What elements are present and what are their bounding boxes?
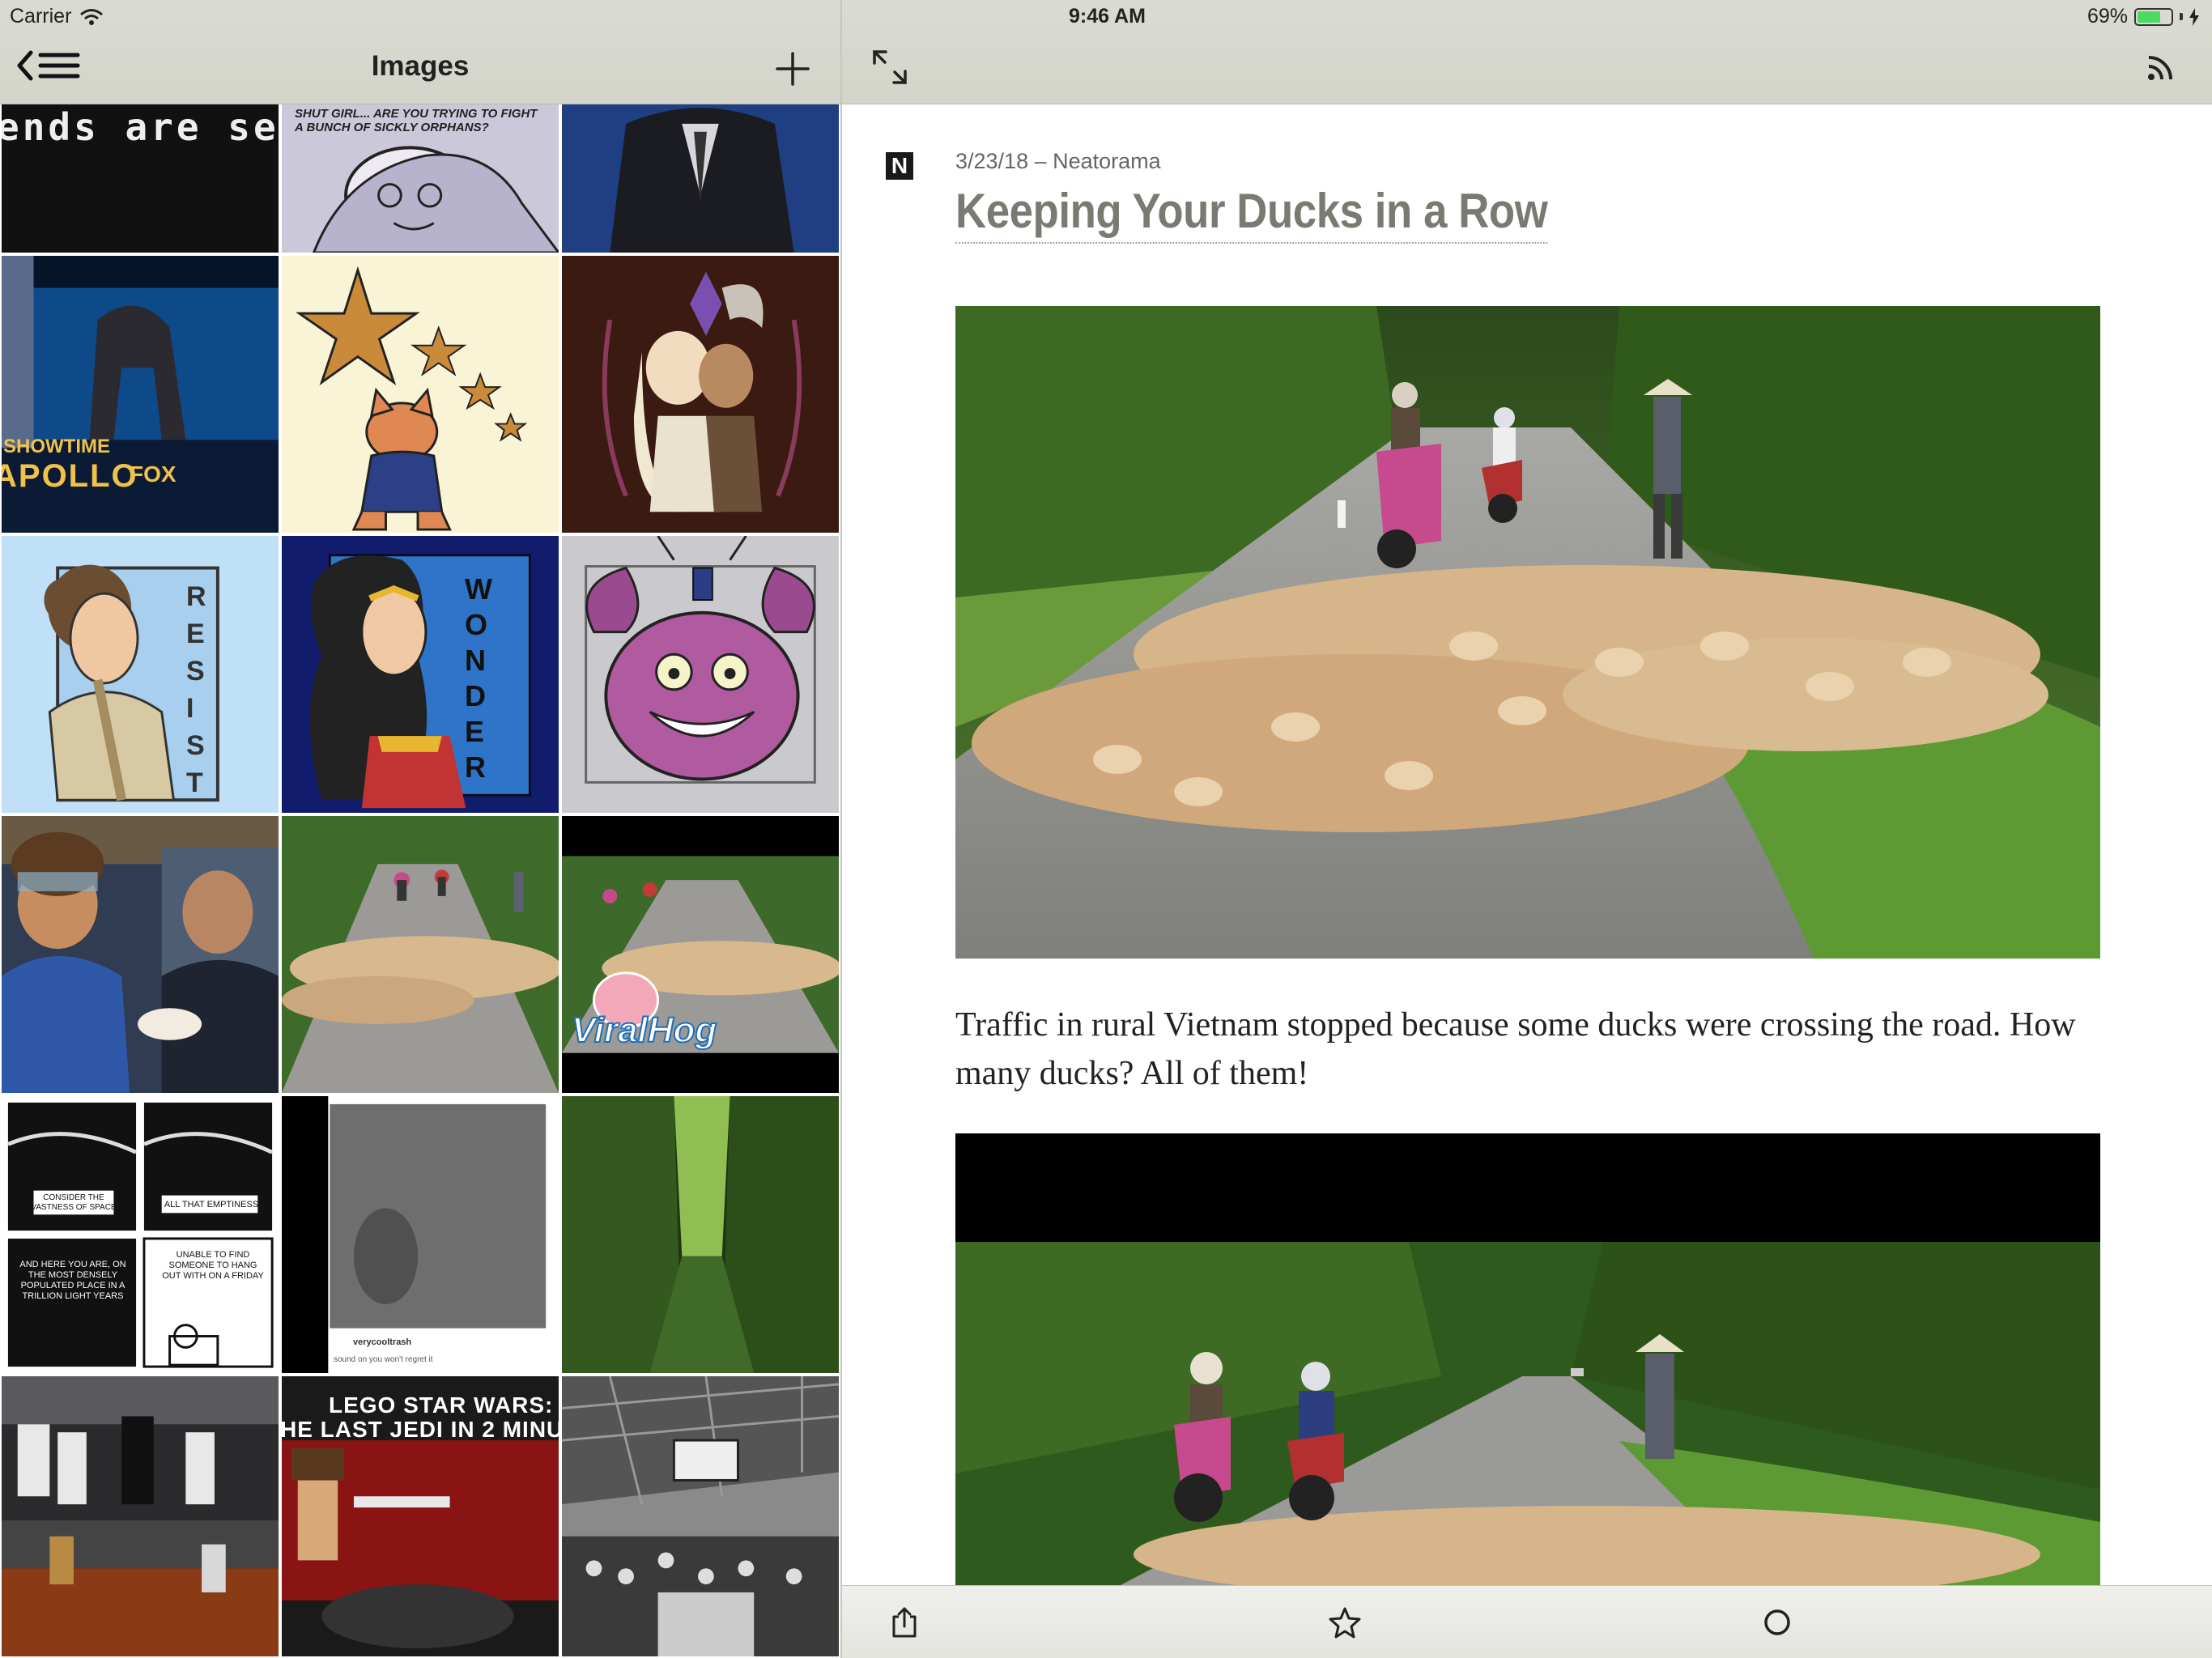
article-image[interactable] [955, 306, 2100, 959]
image-tile[interactable]: SHOWTIME APOLLO FOX [0, 254, 280, 534]
crab-monster-illustration [562, 536, 839, 813]
tile-caption: ends are se [0, 105, 279, 149]
images-title: Images [371, 50, 470, 82]
tile-caption: sound on you won't regret it [334, 1355, 433, 1364]
tile-caption: verycooltrash [353, 1337, 412, 1347]
feed-logo-icon: N [886, 152, 913, 180]
image-tile[interactable] [560, 254, 840, 534]
star-icon [1329, 1607, 1361, 1639]
status-bar: Carrier 9:46 AM 69% [0, 0, 2212, 32]
tumblr-post-image [282, 1096, 559, 1373]
star-button[interactable] [1328, 1605, 1362, 1639]
article-panel: N 3/23/18 – Neatorama Keeping Your Ducks… [842, 0, 2212, 1658]
image-tile[interactable] [560, 1095, 840, 1375]
tile-caption: UNABLE TO FIND SOMEONE TO HANG OUT WITH … [162, 1250, 264, 1281]
cat-stars-illustration [282, 256, 559, 533]
image-tile[interactable] [0, 814, 280, 1095]
tile-caption: SHUT GIRL... ARE YOU TRYING TO FIGHT A B… [295, 107, 538, 134]
status-time: 9:46 AM [1069, 5, 1146, 28]
add-button[interactable] [771, 47, 815, 91]
tile-caption: FOX [130, 461, 177, 487]
tile-caption: ViralHog [571, 1010, 717, 1051]
image-tile[interactable] [560, 534, 840, 814]
wonder-poster-illustration [282, 536, 559, 813]
share-icon [892, 1607, 917, 1638]
image-tile[interactable]: ViralHog [560, 814, 840, 1095]
image-tile[interactable]: verycooltrash sound on you won't regret … [280, 1095, 560, 1375]
share-button[interactable] [887, 1605, 921, 1639]
basketball-game-photo [562, 1376, 839, 1656]
resist-poster-illustration [2, 536, 279, 813]
image-tile[interactable] [280, 814, 560, 1095]
battery-indicator: 69% [2087, 5, 2199, 28]
image-tile[interactable]: CONSIDER THE VASTNESS OF SPACE ALL THAT … [0, 1095, 280, 1375]
image-tile[interactable]: WONDER [280, 534, 560, 814]
images-panel: Images ends are se SHUT GIRL... ARE YOU … [0, 0, 840, 1658]
battery-percent: 69% [2087, 5, 2128, 28]
battery-icon [2134, 7, 2173, 26]
mark-read-circle-icon [1764, 1609, 1790, 1635]
ducks-road-photo [282, 816, 559, 1093]
charging-bolt-icon [2189, 7, 2199, 26]
ducks-video-frame [955, 1133, 2100, 1587]
article-meta: 3/23/18 – Neatorama [955, 149, 1161, 173]
tile-caption: SHOWTIME [3, 436, 110, 457]
tile-caption: CONSIDER THE VASTNESS OF SPACE [31, 1193, 117, 1212]
rss-icon [2148, 56, 2172, 80]
image-tile[interactable] [0, 1375, 280, 1658]
split-divider[interactable] [840, 0, 842, 1658]
tile-caption: LEGO STAR WARS: [329, 1392, 554, 1418]
carrier-info: Carrier [10, 5, 104, 28]
tile-caption: HE LAST JEDI IN 2 MINU [280, 1417, 560, 1442]
mark-read-button[interactable] [1760, 1605, 1794, 1639]
tile-caption: AND HERE YOU ARE, ON THE MOST DENSELY PO… [19, 1260, 126, 1301]
image-tile[interactable] [560, 1375, 840, 1658]
viralhog-ducks-photo [562, 816, 839, 1093]
ducks-crossing-road-photo [955, 306, 2100, 959]
mossy-canyon-photo [562, 1096, 839, 1373]
expand-icon [873, 50, 907, 84]
expand-button[interactable] [871, 49, 908, 86]
article-title[interactable]: Keeping Your Ducks in a Row [955, 183, 1548, 244]
plus-icon [776, 52, 810, 86]
image-tile[interactable] [280, 254, 560, 534]
article-body: Traffic in rural Vietnam stopped because… [955, 1006, 2076, 1092]
tile-caption: APOLLO [0, 458, 138, 494]
tile-caption: WONDER [465, 572, 492, 784]
article-toolbar [842, 1585, 2212, 1658]
tile-caption: ALL THAT EMPTINESS [164, 1200, 259, 1209]
article-video[interactable] [955, 1133, 2100, 1587]
lego-scene-photo [2, 1376, 279, 1656]
fantasy-characters-illustration [562, 256, 839, 533]
space-comic-illustration [2, 1096, 279, 1373]
rss-button[interactable] [2147, 53, 2175, 81]
movie-still-photo [2, 816, 279, 1093]
image-tile[interactable]: RESIST [0, 534, 280, 814]
tile-caption: RESIST [186, 581, 206, 798]
image-tile[interactable]: LEGO STAR WARS: HE LAST JEDI IN 2 MINU [280, 1375, 560, 1658]
carrier-label: Carrier [10, 5, 72, 28]
wifi-icon [80, 8, 104, 25]
